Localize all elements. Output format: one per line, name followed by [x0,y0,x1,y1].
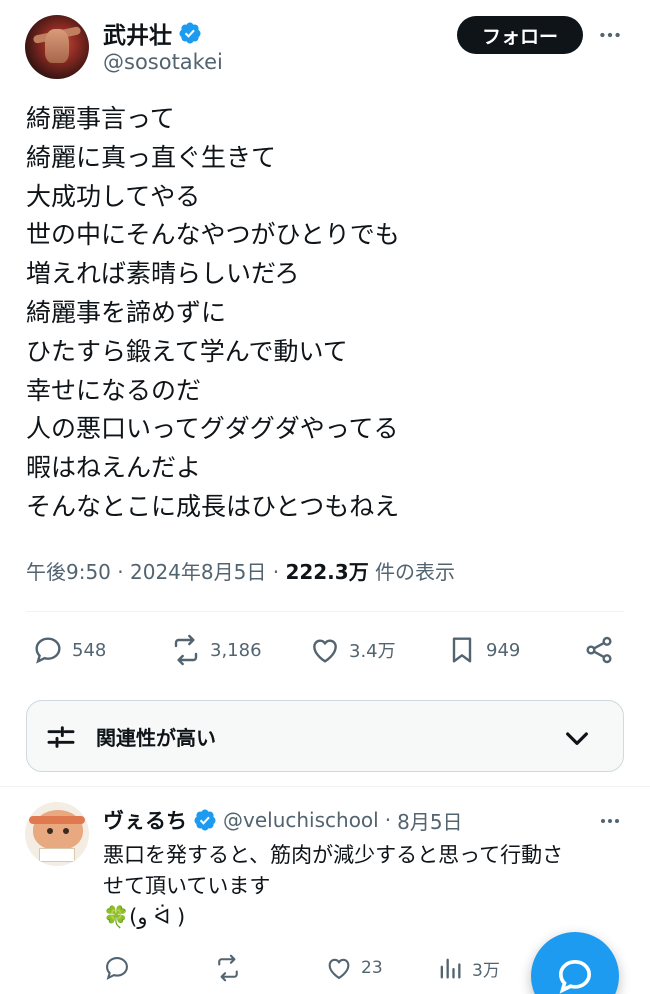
author-avatar[interactable] [25,15,89,79]
post-line: 綺麗事言って [26,104,175,133]
post-time[interactable]: 午後9:50 [26,560,111,584]
like-count: 3.4万 [349,641,396,662]
more-icon[interactable] [596,807,624,835]
sliders-icon [47,726,75,748]
compose-reply-button[interactable] [531,932,619,994]
post-date[interactable]: 2024年8月5日 [130,560,266,584]
reply-author-name[interactable]: ヴぇるち [103,805,187,835]
repost-icon [218,954,238,982]
more-icon[interactable] [596,21,624,49]
bookmark-icon [452,637,472,663]
repost-button[interactable]: 3,186 [170,634,262,666]
repost-count: 3,186 [210,639,262,661]
author-name-row[interactable]: 武井壮 [103,16,202,50]
reply-line: せて頂いています [103,874,271,898]
verified-badge-icon [179,22,201,44]
reply-line: 🍀(و ᐛ ) [103,905,186,929]
post-line: そんなとこに成長はひとつもねえ [26,491,400,521]
author-name[interactable]: 武井壮 [103,16,172,50]
reply-like-button[interactable]: 23 [325,954,383,982]
verified-badge-icon [194,809,216,831]
compose-reply-icon [558,959,592,994]
like-icon [313,639,337,663]
view-suffix: 件の表示 [368,560,456,584]
views-icon [440,958,461,979]
post-line: 増えれば素晴らしいだろ [26,259,300,289]
reply-count: 548 [72,639,107,661]
post-line: 人の悪口いってグダグダやってる [26,414,399,444]
reply-repost-button[interactable] [214,954,250,982]
reply-sort-dropdown[interactable]: 関連性が高い [26,700,624,772]
reply-views-button[interactable]: 3万 [436,954,500,982]
post-line: 綺麗に真っ直ぐ生きて [26,142,277,172]
like-button[interactable]: 3.4万 [309,634,396,666]
reply-icon [106,957,128,980]
reply-like-count: 23 [361,958,383,978]
post-meta: 午後9:50 · 2024年8月5日 · 222.3万 件の表示 [26,560,456,584]
reply-button[interactable]: 548 [32,634,106,666]
divider [26,611,624,612]
reply-author-avatar[interactable] [25,802,89,866]
post-line: 幸せになるのだ [26,375,202,405]
reply-sort-label: 関連性が高い [96,726,216,750]
reply-author-row: ヴぇるち @veluchischool · 8月5日 [103,805,463,835]
follow-button[interactable]: フォロー [457,16,583,54]
bookmark-count: 949 [486,639,521,661]
reply-icon [35,637,61,664]
divider [0,786,650,787]
reply-author-handle[interactable]: @veluchischool [223,808,379,832]
view-count: 222.3万 [285,560,369,584]
reply-date[interactable]: 8月5日 [397,806,462,835]
bookmark-button[interactable]: 949 [446,634,520,666]
like-icon [328,958,350,979]
post-text: 綺麗事言って 綺麗に真っ直ぐ生きて 大成功してやる 世の中にそんなやつがひとりで… [26,100,400,527]
share-icon [586,636,612,664]
post-line: 暇はねえんだよ [26,453,202,483]
post-line: ひたすら鍛えて学んで動いて [26,336,348,366]
chevron-down-icon [566,732,588,745]
post-line: 世の中にそんなやつがひとりでも [26,220,400,250]
author-handle[interactable]: @sosotakei [103,50,223,74]
reply-text: 悪口を発すると、筋肉が減少すると思って行動さ せて頂いています 🍀(و ᐛ ) [103,840,623,933]
post-line: 綺麗事を諦めずに [26,297,227,327]
repost-icon [174,634,198,666]
reply-line: 悪口を発すると、筋肉が減少すると思って行動さ [103,843,564,867]
post-actions: 548 3,186 3.4万 949 [0,632,650,672]
share-button[interactable] [583,634,615,666]
reply-view-count: 3万 [472,960,500,981]
post-line: 大成功してやる [26,181,201,211]
reply-reply-button[interactable] [103,954,139,982]
